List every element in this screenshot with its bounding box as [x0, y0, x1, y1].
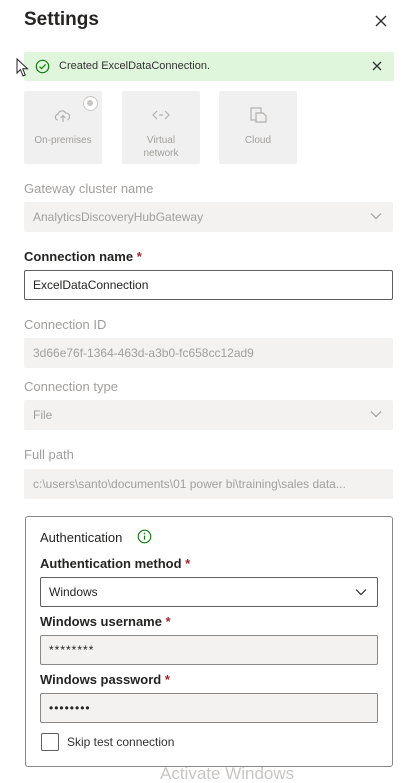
required-asterisk: * [164, 672, 170, 687]
gateway-tile-cloud[interactable]: Cloud [219, 91, 297, 164]
activate-windows-watermark: Activate Windows [160, 764, 295, 783]
connection-name-value: ExcelDataConnection [33, 278, 149, 292]
tile-radio-selected[interactable] [83, 96, 98, 111]
connection-type-value: File [33, 408, 53, 422]
mouse-pointer-icon [16, 58, 29, 77]
info-icon[interactable] [137, 529, 152, 544]
cloud-copy-icon [250, 107, 267, 123]
windows-username-value: ******** [49, 643, 95, 657]
windows-password-input[interactable]: •••••••• [40, 693, 378, 723]
connection-type-label: Connection type [24, 379, 118, 394]
required-asterisk: * [165, 614, 171, 629]
windows-password-label: Windows password * [40, 672, 170, 687]
full-path-field: c:\users\santo\documents\01 power bi\tra… [24, 469, 393, 499]
chevron-down-icon [370, 213, 382, 220]
tile-label: On-premises [34, 135, 92, 146]
authentication-title: Authentication [40, 530, 123, 545]
windows-password-value: •••••••• [49, 701, 91, 715]
gateway-tile-on-premises[interactable]: On-premises [24, 91, 102, 164]
connection-type-dropdown[interactable]: File [24, 400, 393, 430]
tile-label: Virtual network [143, 135, 179, 159]
gateway-tile-virtual-network[interactable]: Virtual network [122, 91, 200, 164]
toast-close-icon[interactable] [370, 59, 384, 73]
required-asterisk: * [136, 249, 142, 264]
skip-test-checkbox[interactable] [41, 733, 59, 751]
skip-test-label: Skip test connection [67, 735, 175, 749]
windows-username-label: Windows username * [40, 614, 171, 629]
success-toast: Created ExcelDataConnection. [24, 52, 394, 81]
tile-label: Cloud [244, 135, 272, 146]
connection-id-field: 3d66e76f-1364-463d-a3b0-fc658cc12ad9 [24, 338, 393, 368]
connection-id-value: 3d66e76f-1364-463d-a3b0-fc658cc12ad9 [33, 346, 254, 360]
connection-id-label: Connection ID [24, 317, 107, 332]
connection-name-label: Connection name * [24, 249, 142, 264]
auth-method-value: Windows [49, 585, 98, 599]
auth-method-label: Authentication method * [40, 556, 191, 571]
required-asterisk: * [185, 556, 191, 571]
cloud-upload-icon [54, 110, 71, 122]
panel-title: Settings [24, 9, 99, 30]
auth-method-dropdown[interactable]: Windows [40, 577, 378, 607]
chevron-down-icon [370, 411, 382, 418]
windows-username-input[interactable]: ******** [40, 635, 378, 665]
full-path-value: c:\users\santo\documents\01 power bi\tra… [33, 477, 346, 491]
settings-panel: Settings Created ExcelDataConnection. On… [0, 0, 419, 783]
connection-name-input[interactable]: ExcelDataConnection [24, 270, 393, 300]
gateway-cluster-dropdown[interactable]: AnalyticsDiscoveryHubGateway [24, 202, 393, 232]
full-path-label: Full path [24, 447, 74, 462]
code-arrows-icon [152, 110, 170, 120]
authentication-section: Authentication Authentication method * W… [25, 516, 393, 767]
checkmark-circle-icon [35, 59, 50, 74]
gateway-cluster-value: AnalyticsDiscoveryHubGateway [33, 210, 204, 224]
gateway-cluster-label: Gateway cluster name [24, 181, 154, 196]
close-icon[interactable] [371, 11, 391, 31]
toast-message: Created ExcelDataConnection. [59, 60, 211, 72]
chevron-down-icon [355, 589, 367, 596]
